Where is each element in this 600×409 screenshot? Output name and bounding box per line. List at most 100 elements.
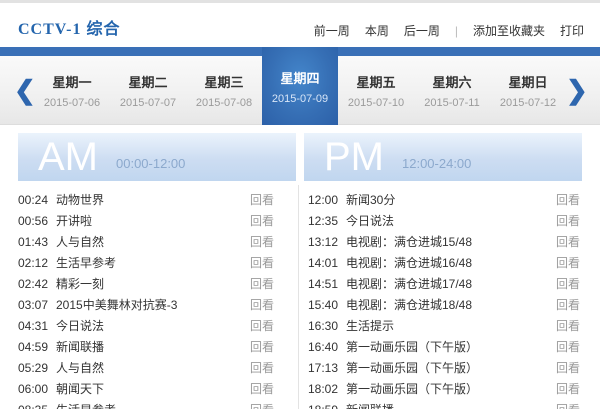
- replay-link[interactable]: 回看: [556, 296, 580, 313]
- replay-link[interactable]: 回看: [556, 317, 580, 334]
- program-time: 15:40: [308, 297, 339, 312]
- program-time: 05:29: [18, 360, 49, 375]
- program-row: 04:31 今日说法 回看: [18, 315, 274, 336]
- program-time: 02:42: [18, 276, 49, 291]
- replay-link[interactable]: 回看: [250, 212, 274, 229]
- program-title: 电视剧：满仓进城18/48: [346, 298, 473, 312]
- pm-label: PM: [324, 135, 384, 179]
- program-time: 00:56: [18, 213, 49, 228]
- tab-day-1[interactable]: 星期一 2015-07-06: [34, 56, 110, 124]
- program-title: 新闻联播: [346, 401, 556, 409]
- program-title: 新闻30分: [346, 193, 396, 207]
- replay-link[interactable]: 回看: [250, 317, 274, 334]
- replay-link[interactable]: 回看: [556, 380, 580, 397]
- tab-day-3[interactable]: 星期三 2015-07-08: [186, 56, 262, 124]
- program-row: 13:12 电视剧：满仓进城15/48 回看: [308, 231, 580, 252]
- replay-link[interactable]: 回看: [250, 296, 274, 313]
- chevron-right-icon[interactable]: ❯: [566, 77, 588, 103]
- program-time: 00:24: [18, 192, 49, 207]
- add-favorite-link[interactable]: 添加至收藏夹: [473, 22, 545, 39]
- program-row: 16:40 第一动画乐园（下午版） 回看: [308, 336, 580, 357]
- program-time: 14:51: [308, 276, 339, 291]
- replay-link[interactable]: 回看: [556, 191, 580, 208]
- program-time: 16:40: [308, 339, 339, 354]
- replay-link[interactable]: 回看: [250, 275, 274, 292]
- section-headers: AM 00:00-12:00 PM 12:00-24:00: [0, 125, 600, 181]
- program-row: 18:02 第一动画乐园（下午版） 回看: [308, 378, 580, 399]
- program-row: 01:43 人与自然 回看: [18, 231, 274, 252]
- program-time: 12:35: [308, 213, 339, 228]
- tab-day-5[interactable]: 星期五 2015-07-10: [338, 56, 414, 124]
- tab-day-date: 2015-07-09: [271, 92, 329, 105]
- tab-day-2[interactable]: 星期二 2015-07-07: [110, 56, 186, 124]
- this-week-link[interactable]: 本周: [365, 22, 389, 39]
- program-title: 电视剧：满仓进城15/48: [346, 235, 473, 249]
- week-tab-strip: ❮ 星期一 2015-07-06 星期二 2015-07-07 星期三 2015-07-0…: [0, 47, 600, 125]
- tab-day-7[interactable]: 星期日 2015-07-12: [490, 56, 566, 124]
- program-title: 开讲啦: [56, 214, 93, 228]
- page-header: CCTV-1 综合 前一周 本周 后一周 | 添加至收藏夹 打印: [0, 3, 600, 47]
- program-time: 06:00: [18, 381, 49, 396]
- pm-time-range: 12:00-24:00: [402, 155, 472, 171]
- program-title: 2015中美舞林对抗赛-3: [56, 298, 178, 312]
- program-title: 电视剧：满仓进城17/48: [346, 277, 473, 291]
- program-row: 00:24 动物世界 回看: [18, 189, 274, 210]
- program-row: 08:35生活早参考回看: [18, 399, 274, 409]
- replay-link[interactable]: 回看: [556, 275, 580, 292]
- nav-separator: |: [454, 23, 458, 38]
- replay-link[interactable]: 回看: [250, 191, 274, 208]
- program-row: 12:00 新闻30分 回看: [308, 189, 580, 210]
- channel-title: CCTV-1 综合: [18, 21, 121, 38]
- tab-day-4-selected[interactable]: 星期四 2015-07-09: [262, 47, 338, 125]
- program-row: 02:42 精彩一刻 回看: [18, 273, 274, 294]
- program-title: 精彩一刻: [56, 277, 105, 291]
- tab-day-date: 2015-07-11: [424, 96, 480, 109]
- tab-day-date: 2015-07-08: [195, 96, 253, 109]
- tab-day-label: 星期日: [508, 74, 548, 90]
- program-listings: 00:24 动物世界 回看 00:56 开讲啦 回看 01:43 人与自然 回看 02:12 生活早…: [0, 181, 600, 409]
- replay-link[interactable]: 回看: [556, 254, 580, 271]
- program-time: 03:07: [18, 297, 49, 312]
- program-title: 电视剧：满仓进城16/48: [346, 256, 473, 270]
- program-row: 05:29 人与自然 回看: [18, 357, 274, 378]
- program-time: 16:30: [308, 318, 339, 333]
- program-time: 18:02: [308, 381, 339, 396]
- program-title: 今日说法: [56, 319, 105, 333]
- program-title: 今日说法: [346, 214, 395, 228]
- program-title: 生活提示: [346, 319, 395, 333]
- pm-section-header: PM 12:00-24:00: [304, 133, 582, 181]
- next-week-link[interactable]: 后一周: [404, 22, 440, 39]
- tab-day-date: 2015-07-07: [119, 96, 177, 109]
- program-title: 朝闻天下: [56, 382, 105, 396]
- program-time: 13:12: [308, 234, 339, 249]
- program-time: 17:13: [308, 360, 339, 375]
- replay-link[interactable]: 回看: [556, 338, 580, 355]
- replay-link[interactable]: 回看: [250, 359, 274, 376]
- program-row: 17:13 第一动画乐园（下午版） 回看: [308, 357, 580, 378]
- program-title: 生活早参考: [56, 256, 117, 270]
- program-time: 12:00: [308, 192, 339, 207]
- tab-day-date: 2015-07-06: [43, 96, 101, 109]
- replay-link[interactable]: 回看: [556, 212, 580, 229]
- header-nav: 前一周 本周 后一周 | 添加至收藏夹 打印: [314, 22, 584, 39]
- replay-link[interactable]: 回看: [250, 338, 274, 355]
- am-time-range: 00:00-12:00: [116, 155, 186, 171]
- replay-link[interactable]: 回看: [250, 401, 274, 409]
- replay-link[interactable]: 回看: [250, 254, 274, 271]
- program-title: 人与自然: [56, 235, 105, 249]
- replay-link[interactable]: 回看: [250, 380, 274, 397]
- replay-link[interactable]: 回看: [556, 233, 580, 250]
- replay-link[interactable]: 回看: [250, 233, 274, 250]
- program-row: 03:07 2015中美舞林对抗赛-3 回看: [18, 294, 274, 315]
- chevron-left-icon[interactable]: ❮: [14, 77, 36, 103]
- tab-day-6[interactable]: 星期六 2015-07-11: [414, 56, 490, 124]
- program-title: 第一动画乐园（下午版）: [346, 361, 479, 375]
- program-row: 04:59 新闻联播 回看: [18, 336, 274, 357]
- prev-week-link[interactable]: 前一周: [314, 22, 350, 39]
- replay-link[interactable]: 回看: [556, 401, 580, 409]
- pm-program-column: 12:00 新闻30分 回看 12:35 今日说法 回看 13:12 电视剧：满仓进城15/4…: [299, 185, 582, 409]
- replay-link[interactable]: 回看: [556, 359, 580, 376]
- program-title: 动物世界: [56, 193, 105, 207]
- print-link[interactable]: 打印: [560, 22, 584, 39]
- tab-day-date: 2015-07-10: [347, 96, 405, 109]
